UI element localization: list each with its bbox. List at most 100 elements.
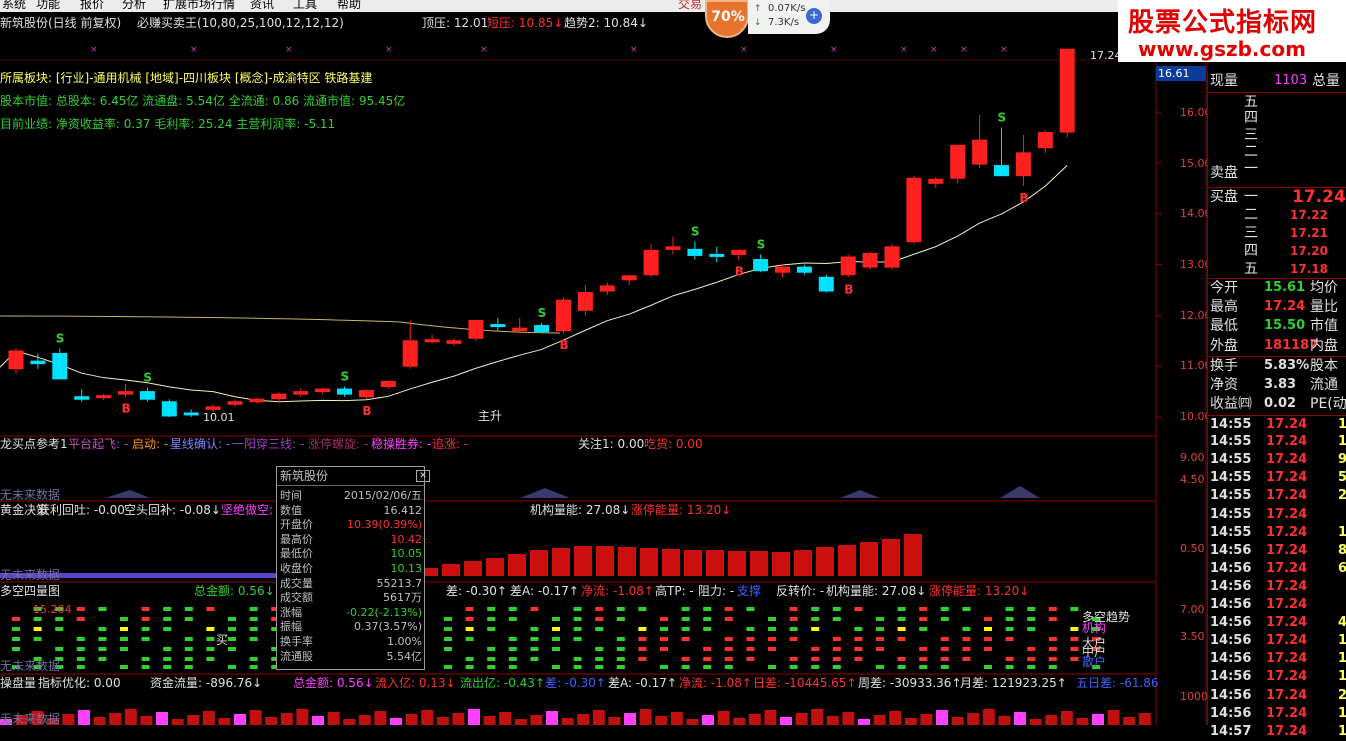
stat-row: 收益㈣ 0.02 PE(动 [1208,395,1346,413]
popup-key: 收盘价 [280,562,313,575]
p5-bar [327,712,340,725]
popup-key: 换手率 [280,635,313,648]
p4-block [120,637,128,641]
stat-label-2: 内盘 [1310,337,1338,354]
p2-mountain [520,488,570,498]
p4-block [832,657,841,661]
outflow: 流出亿: -0.43↑ [460,676,545,690]
popup-row: 开盘价 10.39(0.39%) [277,518,426,532]
p2-mountain [105,490,150,498]
star-confirm: 星线确认: - [170,437,231,451]
buy-signal: B [1019,191,1028,205]
p5-bar [561,718,574,725]
menu-tools[interactable]: 工具 [293,0,317,12]
p4-block [120,617,128,621]
legend-inst: 机构 [1082,621,1107,635]
p4-block [940,607,949,611]
p4-block [184,647,193,651]
p5-diff-a: 差A: -0.17↑ [608,676,677,690]
p4-block [854,647,863,651]
tick-price: 17.24 [1266,506,1308,522]
p4-block [1070,637,1079,641]
panel2-axis: 9.00 [1180,451,1205,464]
p4-block [98,637,107,641]
p5-bar [187,715,200,725]
kline-chart[interactable]: × × × × × × × × × × × ×SBS SBSBSBSBSB [0,0,1207,725]
magenta-mark: × [480,45,488,55]
panel2-nodata: 无未来数据 [0,488,61,502]
p4-block [228,617,236,621]
top-pressure: 顶压: 12.01 [422,16,489,30]
popup-value: 5617万 [383,591,422,605]
popup-row: 最低价 10.05 [277,547,426,561]
tick-row: 14:55 17.24 9 [1208,451,1346,469]
p4-block [616,637,625,641]
menu-ext-market[interactable]: 扩展市场行情 [163,0,235,12]
p5-bar [1060,711,1073,725]
menu-quote[interactable]: 报价 [80,0,104,12]
panel5-title: 操盘量 [0,676,37,690]
p5-bar [951,717,964,725]
p5-bar [436,717,449,725]
p4-block [228,627,236,631]
menu-trade[interactable]: 交易 [678,0,702,12]
candle-body [424,339,440,343]
p3-bar [838,545,856,576]
candle-body [512,327,528,332]
menu-function[interactable]: 功能 [36,0,60,12]
tick-price: 17.24 [1266,633,1308,649]
p4-block [660,627,668,631]
p4-block [487,617,496,621]
tick-price: 17.24 [1266,560,1308,576]
menu-system[interactable]: 系统 [2,0,26,12]
p4-block [768,647,776,651]
month-diff: 月差: 121923.25↑ [960,676,1067,690]
tick-time: 14:55 [1210,452,1252,468]
p3-bar [464,561,482,576]
p3-bar [442,564,460,576]
data-popup[interactable]: 新筑股份 ✕ 时间 2015/02/06/五 数值 16.412 开盘价 10.39(0.… [276,466,430,670]
p4-block [228,665,236,669]
p4-block [1048,665,1057,669]
p4-block [55,647,64,651]
sell-signal: S [998,110,1007,124]
p5-bar [655,716,668,725]
p4-block [552,647,560,651]
p4-block [1027,627,1036,631]
p5-bar [78,710,90,725]
menu-analysis[interactable]: 分析 [122,0,146,12]
candle-body [950,144,966,179]
tick-price: 17.24 [1266,705,1308,721]
tick-volume: 2 [1338,488,1346,504]
accelerate-plus-icon[interactable]: + [806,8,822,24]
magenta-mark: × [830,45,838,55]
p5-bar [873,715,886,725]
tick-price: 17.24 [1266,542,1308,558]
p4-block [98,647,107,651]
p5-bar [452,713,465,725]
stat-row: 今开 15.61 均价 [1208,278,1346,296]
p4-block [724,665,733,669]
menu-help[interactable]: 帮助 [337,0,361,12]
popup-close-icon[interactable]: ✕ [416,470,430,482]
menu-news[interactable]: 资讯 [250,0,274,12]
p4-block [76,657,85,661]
candle-body [1059,48,1075,133]
p4-block [746,657,755,661]
p3-bar [530,550,548,576]
buy-level-label: 一 [1244,189,1258,205]
stat-label-2: 市值 [1310,318,1338,334]
tick-time: 14:55 [1210,506,1252,522]
p4-block [832,647,841,651]
p5-bar [889,711,902,725]
p4-block [876,637,884,641]
p4-block [919,657,928,661]
magenta-mark: × [930,45,938,55]
tick-price: 17.24 [1266,651,1308,667]
p4-block [76,665,85,669]
p4-block [206,627,215,631]
p4-block [595,627,604,631]
p4-block [940,647,949,651]
p4-block [184,607,193,611]
tick-row: 14:55 17.24 [1208,506,1346,524]
